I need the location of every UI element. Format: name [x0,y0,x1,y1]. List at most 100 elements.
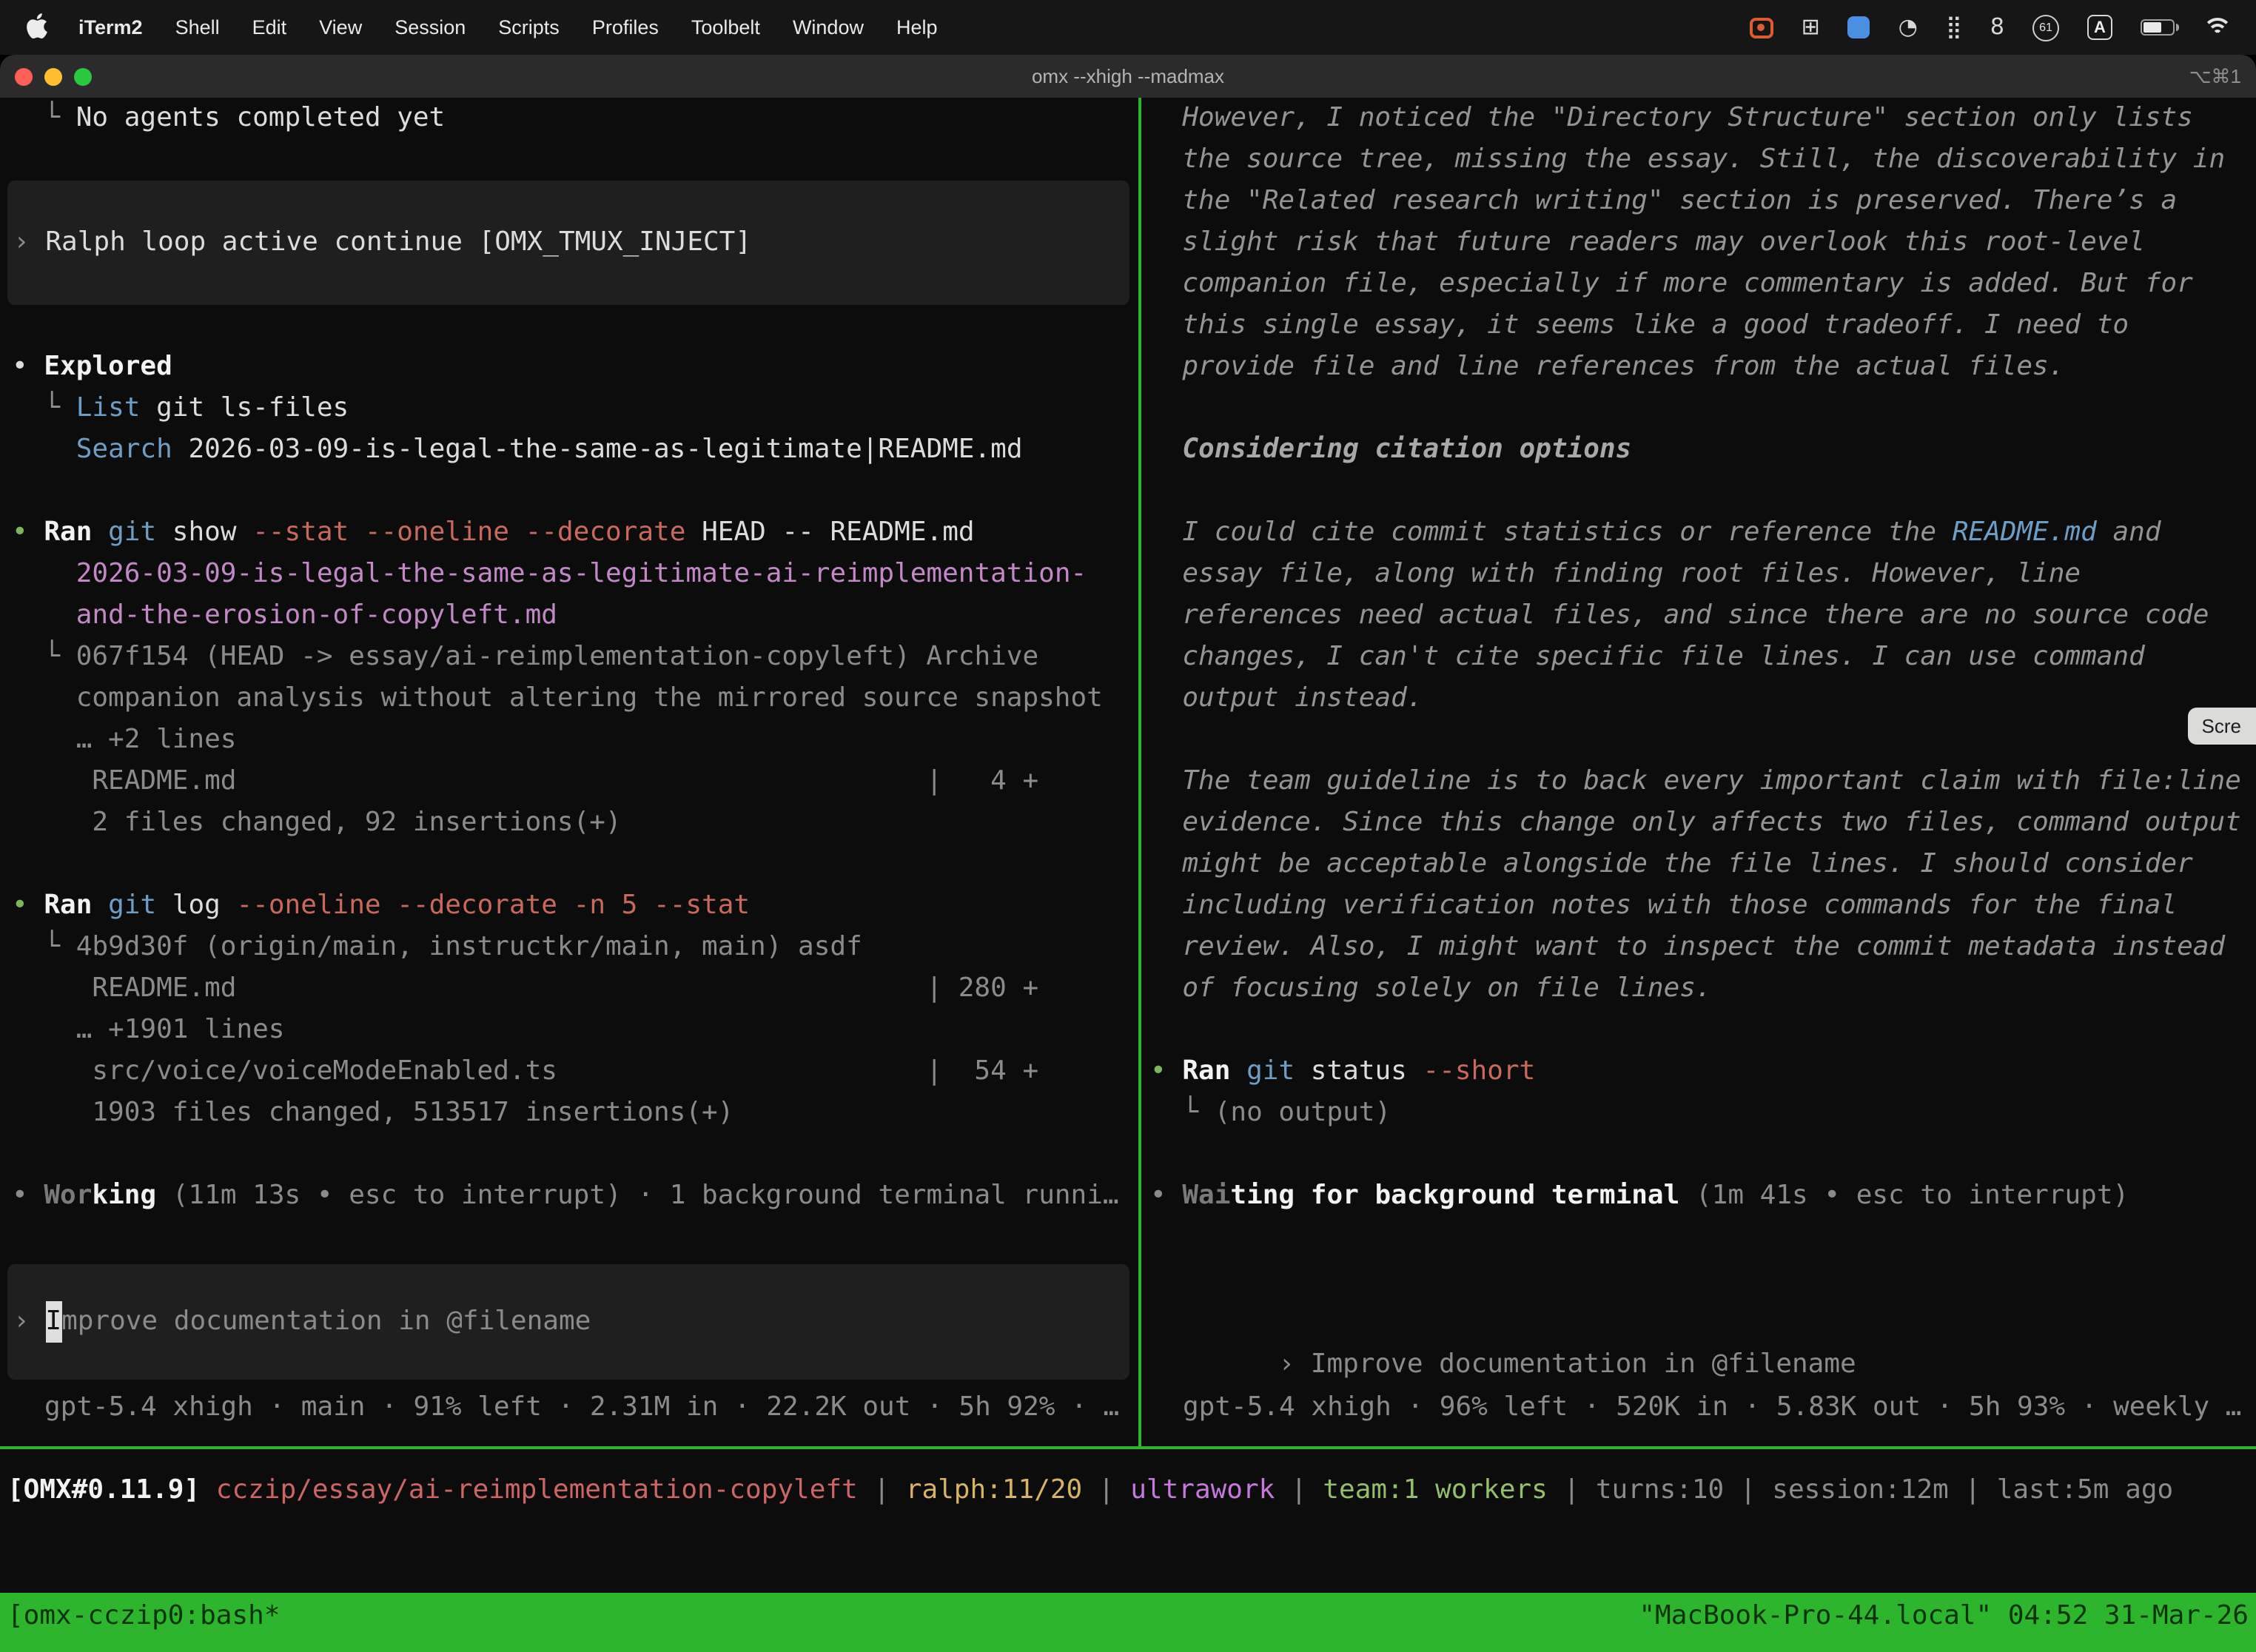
input-source-icon[interactable]: A [2087,15,2112,40]
text-segment: Search [76,434,172,465]
terminal-line [12,844,1138,885]
menu-item-scripts[interactable]: Scripts [482,16,576,38]
menu-item-window[interactable]: Window [776,16,880,38]
dots-grid-icon[interactable]: ⣿ [1946,16,1962,38]
text-segment: log [156,890,236,921]
text-segment: └ [12,931,76,962]
input-text-left: mprove documentation in @filename [61,1301,591,1343]
terminal-line: README.md | 280 + [12,968,1138,1010]
terminal-line: Search 2026-03-09-is-legal-the-same-as-l… [12,429,1138,471]
text-segment: git [108,517,156,548]
text-segment: ralph:11/20 [906,1474,1082,1505]
terminal-line: slight risk that future readers may over… [1150,222,2256,263]
screen-tip[interactable]: Scre [2189,708,2256,745]
text-segment: changes, I can't cite specific file line… [1150,641,2145,672]
raycast-icon[interactable] [1848,16,1870,38]
menu-item-shell[interactable]: Shell [159,16,236,38]
terminal-line: • Ran git show --stat --oneline --decora… [12,512,1138,554]
terminal-line: └ 067f154 (HEAD -> essay/ai-reimplementa… [12,637,1138,678]
wifi-icon[interactable] [2203,17,2232,38]
close-button[interactable] [15,67,33,85]
text-segment: … +1901 lines [12,1014,284,1045]
text-segment: might be acceptable alongside the file l… [1150,848,2193,879]
prompt-chevron: › [13,1301,45,1343]
menu-item-iterm2[interactable]: iTerm2 [62,16,159,38]
terminal-line: output instead. [1150,678,2256,719]
menu-item-profiles[interactable]: Profiles [576,16,675,38]
terminal-pane-left[interactable]: └ No agents completed yet › Ralph loop a… [0,98,1138,1446]
prompt-input-right[interactable]: › Improve documentation in @filename [1150,1303,2256,1344]
bottom-divider [0,1446,2256,1449]
text-cursor: I [45,1301,61,1343]
prompt-input-left[interactable]: › Improve documentation in @filename [7,1264,1129,1380]
text-segment: turns:10 [1596,1474,1724,1505]
text-segment: Wor [44,1180,92,1211]
text-segment: the "Related research writing" section i… [1150,185,2177,216]
terminal-line: evidence. Since this change only affects… [1150,802,2256,844]
menu-item-session[interactable]: Session [378,16,482,38]
battery-percent-circle-icon[interactable]: 61 [2032,14,2059,41]
apple-logo-icon [27,13,47,42]
terminal-line: review. Also, I might want to inspect th… [1150,927,2256,968]
zoom-button[interactable] [74,67,92,85]
disc-icon[interactable]: ◔ [1899,16,1918,38]
terminal-line: • Working (11m 13s • esc to interrupt) ·… [12,1175,1138,1217]
terminal-line: and-the-erosion-of-copyleft.md [12,595,1138,637]
terminal-line: └ No agents completed yet [12,98,1138,139]
text-segment: I could cite commit statistics or refere… [1150,517,1953,548]
terminal-line [12,471,1138,512]
traffic-lights [0,67,92,85]
menu-item-toolbelt[interactable]: Toolbelt [675,16,776,38]
terminal-line: 2 files changed, 92 insertions(+) [12,802,1138,844]
terminal-pane-right[interactable]: However, I noticed the "Directory Struct… [1141,98,2256,1446]
menu-item-help[interactable]: Help [880,16,954,38]
window-title-bar[interactable]: omx --xhigh --madmax ⌥⌘1 [0,55,2256,98]
window-title: omx --xhigh --madmax [0,65,2256,87]
text-segment: (11m 13s • esc to interrupt) · 1 backgro… [172,1180,1119,1211]
minimize-button[interactable] [44,67,62,85]
text-segment: • [1150,1055,1182,1087]
text-segment: git [108,890,156,921]
text-segment [156,1180,172,1211]
text-segment: 4b9d30f (origin/main, instructkr/main, m… [76,931,862,962]
terminal-line: I could cite commit statistics or refere… [1150,512,2256,554]
screen: iTerm2 Shell Edit View Session Scripts P… [0,0,2256,1652]
battery-icon[interactable] [2141,19,2175,36]
terminal-line: • Ran git status --short [1150,1051,2256,1092]
text-segment: and-the-erosion-of-copyleft.md [76,600,557,631]
text-segment [1679,1180,1696,1211]
terminal-line [1150,719,2256,761]
terminal-line: changes, I can't cite specific file line… [1150,637,2256,678]
menu-item-edit[interactable]: Edit [236,16,303,38]
text-segment: and [2097,517,2161,548]
terminal-line [1150,388,2256,429]
terminal-line: README.md | 4 + [12,761,1138,802]
text-segment: companion file, especially if more comme… [1150,268,2193,299]
model-status-left: gpt-5.4 xhigh · main · 91% left · 2.31M … [12,1387,1138,1428]
terminal-line: … +2 lines [12,719,1138,761]
ralph-inject-banner: › Ralph loop active continue [OMX_TMUX_I… [7,181,1129,305]
text-segment: --oneline --decorate -n 5 --stat [237,890,751,921]
text-segment: session:12m [1772,1474,1948,1505]
text-segment: slight risk that future readers may over… [1150,226,2145,258]
text-segment: • [12,1180,44,1211]
terminal-line: However, I noticed the "Directory Struct… [1150,98,2256,139]
terminal-line: companion analysis without altering the … [12,678,1138,719]
grid-icon[interactable]: ⊞ [1802,16,1820,38]
screen-recording-indicator-icon[interactable] [1750,17,1773,38]
terminal-line: Considering citation options [1150,429,2256,471]
menu-item-view[interactable]: View [303,16,378,38]
menu-bar: iTerm2 Shell Edit View Session Scripts P… [0,0,2256,55]
text-segment: ting for background terminal [1230,1180,1679,1211]
text-segment: | [858,1474,906,1505]
text-segment: Ran [44,890,92,921]
text-segment: The team guideline is to back every impo… [1150,765,2241,796]
text-segment [92,517,108,548]
apple-menu[interactable] [15,13,62,42]
terminal-line: the source tree, missing the essay. Stil… [1150,139,2256,181]
terminal-line: The team guideline is to back every impo… [1150,761,2256,802]
keyboard-8-icon[interactable]: 8 [1990,16,2004,38]
text-segment: Ran [1182,1055,1230,1087]
text-segment: provide file and line references from th… [1150,351,2064,382]
text-segment: --stat --oneline --decorate [252,517,685,548]
